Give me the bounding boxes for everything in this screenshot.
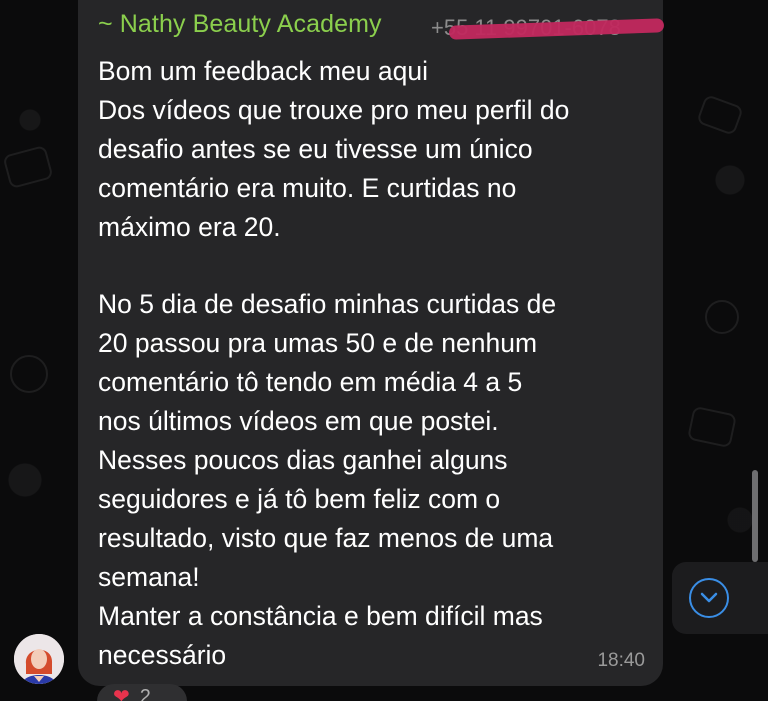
message-line: No 5 dia de desafio minhas curtidas de <box>98 289 557 320</box>
message-line <box>98 247 645 286</box>
wallpaper-doodle <box>2 144 54 190</box>
message-line: necessário <box>98 639 227 670</box>
message-line: comentário era muito. E curtidas no <box>98 172 517 203</box>
heart-icon: ❤ <box>113 686 130 701</box>
message-line: resultado, visto que faz menos de uma <box>98 522 554 553</box>
avatar-image <box>14 634 64 684</box>
avatar[interactable] <box>14 634 64 684</box>
message-bubble[interactable]: ~ Nathy Beauty Academy +55 11 99701-6078… <box>78 0 665 686</box>
sender-header: ~ Nathy Beauty Academy +55 11 99701-6078 <box>98 8 665 40</box>
wallpaper-doodle <box>705 300 739 334</box>
message-line: nos últimos vídeos em que postei. <box>98 406 499 437</box>
scrollbar-thumb[interactable] <box>752 470 758 562</box>
message-line: desafio antes se eu tivesse um único <box>98 133 533 164</box>
message-line: comentário tô tendo em média 4 a 5 <box>98 367 523 398</box>
chat-screen: ~ Nathy Beauty Academy +55 11 99701-6078… <box>0 0 768 701</box>
sender-name[interactable]: ~ Nathy Beauty Academy <box>98 10 382 39</box>
message-line: Dos vídeos que trouxe pro meu perfil do <box>98 94 570 125</box>
chevron-down-circle-icon <box>689 578 729 618</box>
message-text: Bom um feedback meu aqui Dos vídeos que t… <box>98 52 645 674</box>
message-line: Bom um feedback meu aqui <box>98 56 428 86</box>
reaction-pill[interactable]: ❤ 2 <box>97 684 187 701</box>
wallpaper-doodle <box>696 94 744 136</box>
message-line: semana! <box>98 561 200 592</box>
message-line: Nesses poucos dias ganhei alguns <box>98 445 508 476</box>
wallpaper-doodle <box>686 405 738 449</box>
message-line: Manter a constância e bem difícil mas <box>98 600 543 631</box>
scroll-to-bottom-button[interactable] <box>672 562 768 634</box>
message-time: 18:40 <box>597 650 645 671</box>
message-line: máximo era 20. <box>98 211 281 242</box>
wallpaper-doodle <box>10 355 48 393</box>
reaction-count: 2 <box>139 686 151 701</box>
message-line: 20 passou pra umas 50 e de nenhum <box>98 328 538 359</box>
message-line: seguidores e já tô bem feliz com o <box>98 483 501 514</box>
chevron-down-icon <box>700 592 718 603</box>
